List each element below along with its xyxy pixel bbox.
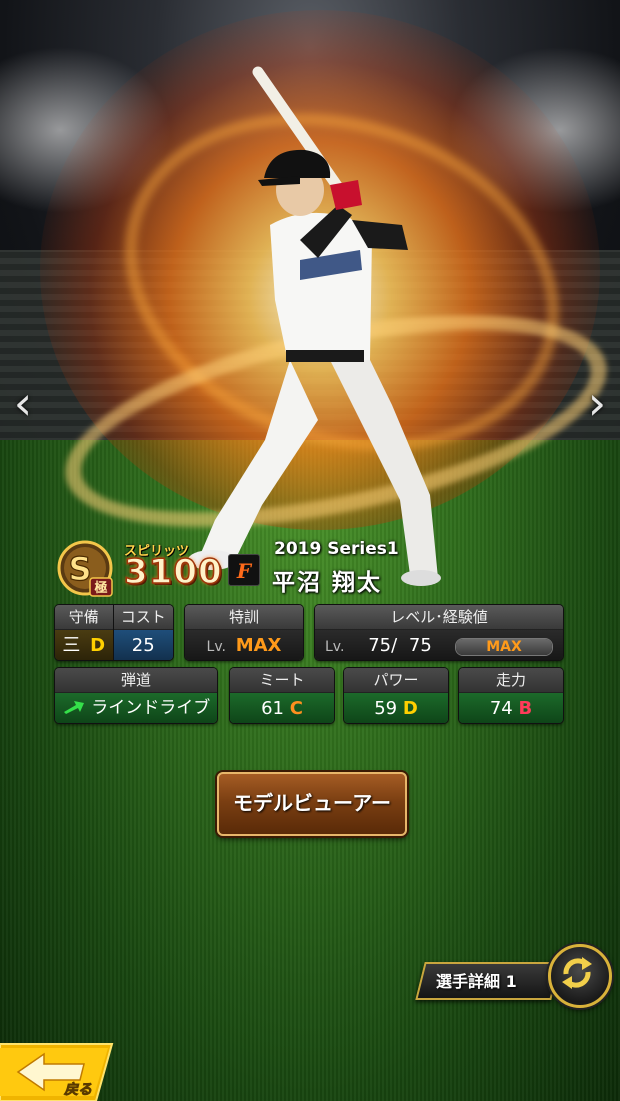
speed-panel: 走力 74 B: [459, 668, 563, 723]
training-lv-prefix: Lv.: [206, 639, 226, 655]
defense-cost-panel: 守備 三 D コスト 25: [55, 605, 173, 660]
exp-bar: MAX: [455, 638, 553, 656]
trajectory-panel: 弾道 ラインドライブ: [55, 668, 217, 723]
defense-grade: D: [90, 635, 106, 656]
trajectory-value: ラインドライブ: [91, 698, 211, 718]
power-value-row: 59 D: [344, 693, 448, 723]
speed-label: 走力: [459, 668, 563, 693]
level-lv-prefix: Lv.: [325, 639, 345, 655]
level-panel: レベル･経験値 Lv. 75/ 75 MAX: [315, 605, 563, 660]
speed-grade: B: [518, 698, 533, 719]
level-value-row: Lv. 75/ 75 MAX: [315, 630, 563, 660]
training-panel: 特訓 Lv. MAX: [185, 605, 303, 660]
model-viewer-button[interactable]: モデルビューアー: [217, 772, 407, 836]
rank-grade: 極: [93, 580, 107, 596]
back-button[interactable]: 戻る: [0, 1036, 115, 1101]
defense-cell: 守備 三 D: [55, 605, 113, 660]
meet-value-row: 61 C: [230, 693, 334, 723]
trajectory-value-row: ラインドライブ: [55, 693, 217, 723]
team-logo: F: [228, 554, 260, 586]
back-label: 戻る: [63, 1081, 92, 1098]
training-value: MAX: [235, 635, 282, 656]
team-f-icon: F: [236, 559, 253, 583]
defense-value: 三 D: [55, 630, 113, 660]
power-panel: パワー 59 D: [344, 668, 448, 723]
level-label: レベル･経験値: [315, 605, 563, 630]
rank-badge: S 極: [57, 540, 113, 597]
swap-arrows-icon: [562, 957, 592, 989]
player-figure: [188, 66, 441, 586]
spirit-value: 3100: [123, 551, 223, 593]
speed-value: 74: [489, 698, 513, 719]
cost-label: コスト: [113, 605, 173, 630]
arrow-up-right-icon: [63, 701, 84, 714]
swap-button[interactable]: [548, 944, 612, 1008]
meet-label: ミート: [230, 668, 334, 693]
cost-value: 25: [113, 630, 173, 660]
training-value-row: Lv. MAX: [185, 630, 303, 660]
level-max: 75: [408, 635, 432, 656]
trajectory-label: 弾道: [55, 668, 217, 693]
speed-value-row: 74 B: [459, 693, 563, 723]
team-letter: F: [236, 559, 253, 583]
defense-label: 守備: [55, 605, 113, 630]
training-label: 特訓: [185, 605, 303, 630]
level-current: 75: [368, 635, 392, 656]
meet-grade: C: [289, 698, 303, 719]
chevron-left-icon[interactable]: ‹: [8, 378, 38, 428]
player-name: 平沼 翔太: [272, 570, 383, 596]
meet-value: 61: [261, 698, 284, 719]
exp-bar-text: MAX: [486, 639, 522, 655]
power-value: 59: [374, 698, 398, 719]
power-label: パワー: [344, 668, 448, 693]
chevron-right-icon[interactable]: ›: [582, 378, 612, 428]
cost-cell: コスト 25: [112, 605, 173, 660]
series-label: 2019 Series1: [274, 539, 399, 559]
player-detail-label: 選手詳細 1: [436, 972, 517, 991]
defense-position: 三: [62, 635, 81, 656]
meet-panel: ミート 61 C: [230, 668, 334, 723]
rank-letter: S: [68, 550, 91, 588]
power-grade: D: [402, 698, 418, 719]
